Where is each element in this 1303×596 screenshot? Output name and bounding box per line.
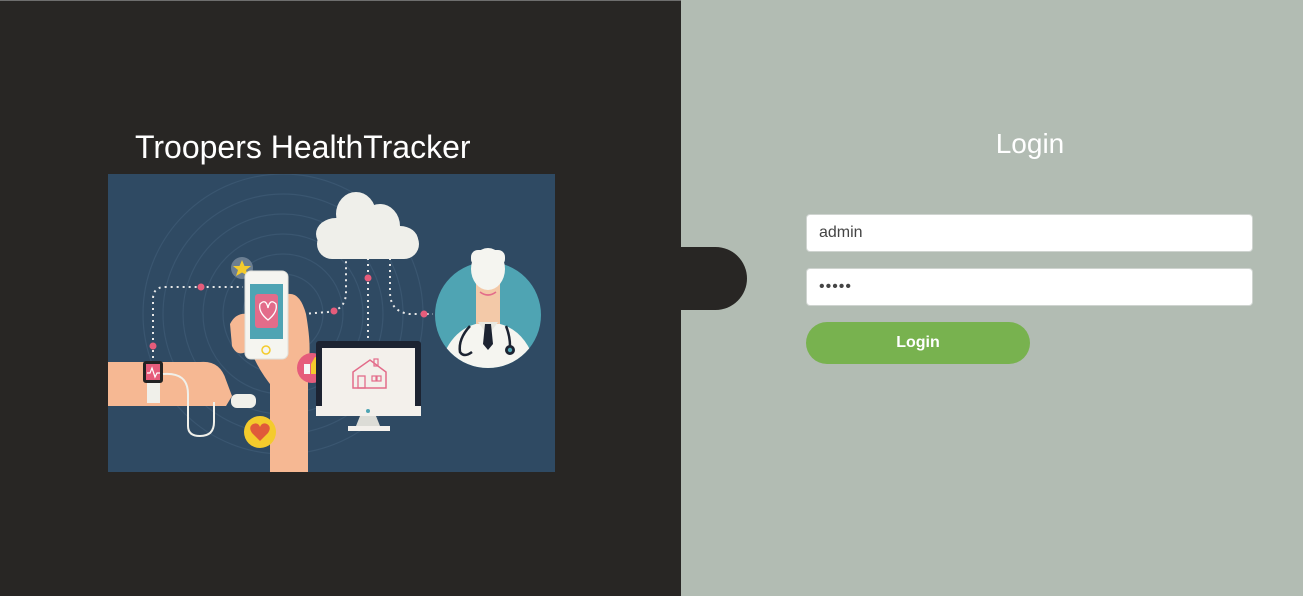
login-heading: Login: [995, 128, 1065, 159]
login-button[interactable]: Login: [806, 322, 1030, 364]
panel-tab-knob: [681, 247, 747, 310]
username-input[interactable]: [806, 214, 1253, 252]
health-illustration: [108, 174, 555, 472]
password-input[interactable]: [806, 268, 1253, 306]
login-page: Troopers HealthTracker Login admin Login: [0, 0, 1303, 596]
brand-panel: Troopers HealthTracker: [0, 0, 681, 596]
app-title: Troopers HealthTracker: [135, 129, 471, 165]
